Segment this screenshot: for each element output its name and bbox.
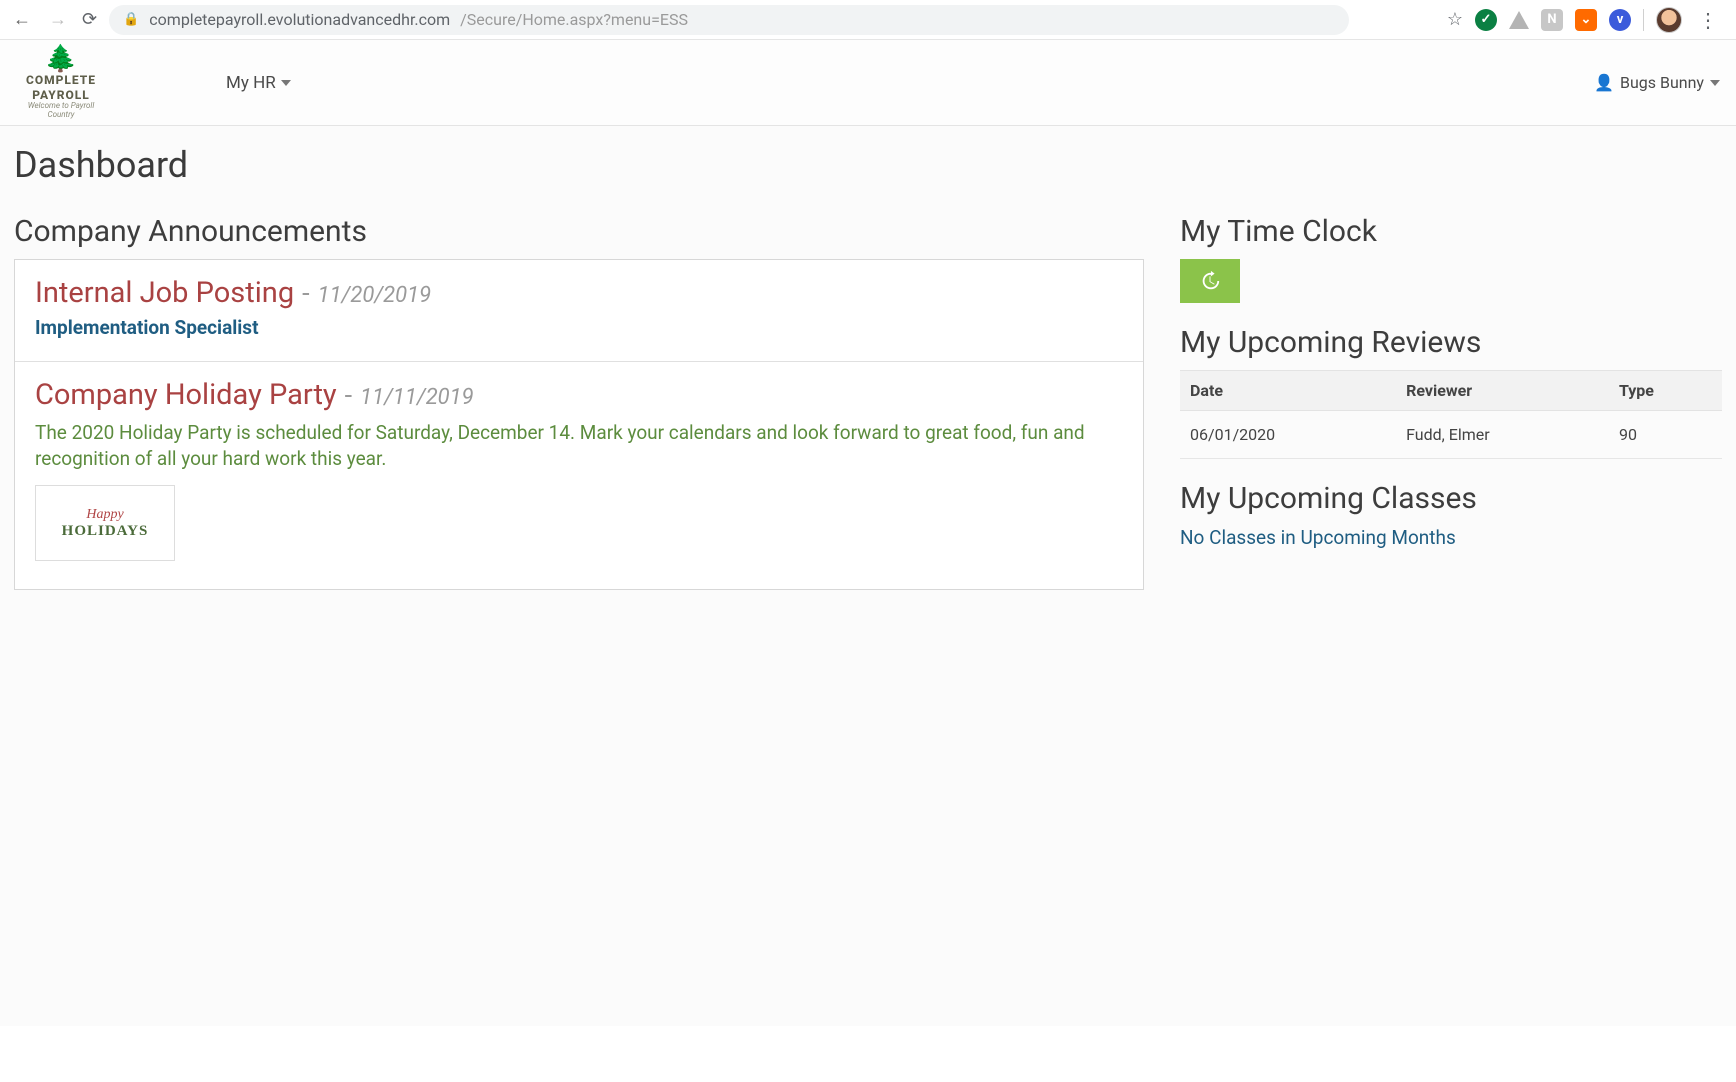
- timeclock-heading: My Time Clock: [1180, 214, 1722, 249]
- timeclock-button[interactable]: [1180, 259, 1240, 303]
- extension-v-icon[interactable]: v: [1609, 9, 1631, 31]
- page-title: Dashboard: [14, 144, 1722, 186]
- logo[interactable]: 🌲 COMPLETE PAYROLL Welcome to Payroll Co…: [16, 46, 106, 120]
- extension-checkmark-icon[interactable]: ✓: [1475, 9, 1497, 31]
- review-date: 06/01/2020: [1180, 411, 1396, 459]
- announcement-title: Internal Job Posting: [35, 276, 294, 310]
- announcement-item: Company Holiday Party - 11/11/2019 The 2…: [15, 362, 1143, 589]
- announcement-item: Internal Job Posting - 11/20/2019 Implem…: [15, 260, 1143, 362]
- announcement-date: 11/20/2019: [318, 283, 432, 308]
- clock-icon: [1199, 270, 1221, 292]
- announcement-separator: -: [345, 379, 352, 411]
- reviews-col-reviewer: Reviewer: [1396, 371, 1609, 411]
- announcement-date: 11/11/2019: [360, 385, 474, 410]
- announcements-card: Internal Job Posting - 11/20/2019 Implem…: [14, 259, 1144, 590]
- reviews-col-date: Date: [1180, 371, 1396, 411]
- announcement-link[interactable]: Implementation Specialist: [35, 316, 1123, 339]
- extension-gray-icon[interactable]: N: [1541, 9, 1563, 31]
- image-text-line2: HOLIDAYS: [62, 523, 149, 540]
- logo-tagline: Welcome to Payroll Country: [16, 102, 106, 120]
- reviews-col-type: Type: [1609, 371, 1722, 411]
- nav-my-hr[interactable]: My HR: [226, 73, 291, 93]
- user-icon: 👤: [1594, 73, 1614, 92]
- browser-actions: ☆ ✓ N ⌄ v ⋮: [1447, 7, 1726, 33]
- logo-tree-icon: 🌲: [45, 46, 77, 72]
- browser-menu-icon[interactable]: ⋮: [1694, 8, 1722, 32]
- announcement-body: The 2020 Holiday Party is scheduled for …: [35, 420, 1123, 471]
- reviews-heading: My Upcoming Reviews: [1180, 325, 1722, 360]
- chevron-down-icon: [1710, 80, 1720, 86]
- table-row: 06/01/2020 Fudd, Elmer 90: [1180, 411, 1722, 459]
- logo-brand-line2: PAYROLL: [32, 89, 90, 102]
- browser-toolbar: ← → ⟳ 🔒 completepayroll.evolutionadvance…: [0, 0, 1736, 40]
- review-type: 90: [1609, 411, 1722, 459]
- profile-avatar[interactable]: [1656, 7, 1682, 33]
- url-path: /Secure/Home.aspx?menu=ESS: [460, 10, 688, 29]
- announcement-separator: -: [302, 277, 309, 309]
- back-button[interactable]: ←: [10, 9, 34, 30]
- nav-my-hr-label: My HR: [226, 73, 276, 93]
- reload-button[interactable]: ⟳: [82, 9, 97, 30]
- extension-hubspot-icon[interactable]: ⌄: [1575, 9, 1597, 31]
- classes-empty-message: No Classes in Upcoming Months: [1180, 526, 1722, 549]
- reviews-table: Date Reviewer Type 06/01/2020 Fudd, Elme…: [1180, 370, 1722, 459]
- bookmark-star-icon[interactable]: ☆: [1447, 9, 1463, 30]
- forward-button[interactable]: →: [46, 9, 70, 30]
- announcement-title: Company Holiday Party: [35, 378, 337, 412]
- user-name: Bugs Bunny: [1620, 73, 1704, 92]
- review-reviewer: Fudd, Elmer: [1396, 411, 1609, 459]
- lock-icon: 🔒: [123, 12, 139, 27]
- announcement-image[interactable]: Happy HOLIDAYS: [35, 485, 175, 561]
- announcements-heading: Company Announcements: [14, 214, 1144, 249]
- address-bar[interactable]: 🔒 completepayroll.evolutionadvancedhr.co…: [109, 5, 1349, 35]
- extension-drive-icon[interactable]: [1509, 11, 1529, 29]
- logo-brand-line1: COMPLETE: [26, 74, 96, 87]
- separator: [1643, 9, 1644, 31]
- user-menu[interactable]: 👤 Bugs Bunny: [1594, 73, 1720, 92]
- main-nav: My HR: [226, 73, 291, 93]
- classes-heading: My Upcoming Classes: [1180, 481, 1722, 516]
- url-host: completepayroll.evolutionadvancedhr.com: [149, 10, 450, 29]
- image-text-line1: Happy: [62, 507, 149, 523]
- page-body: Dashboard Company Announcements Internal…: [0, 126, 1736, 1026]
- app-header: 🌲 COMPLETE PAYROLL Welcome to Payroll Co…: [0, 40, 1736, 126]
- chevron-down-icon: [281, 80, 291, 86]
